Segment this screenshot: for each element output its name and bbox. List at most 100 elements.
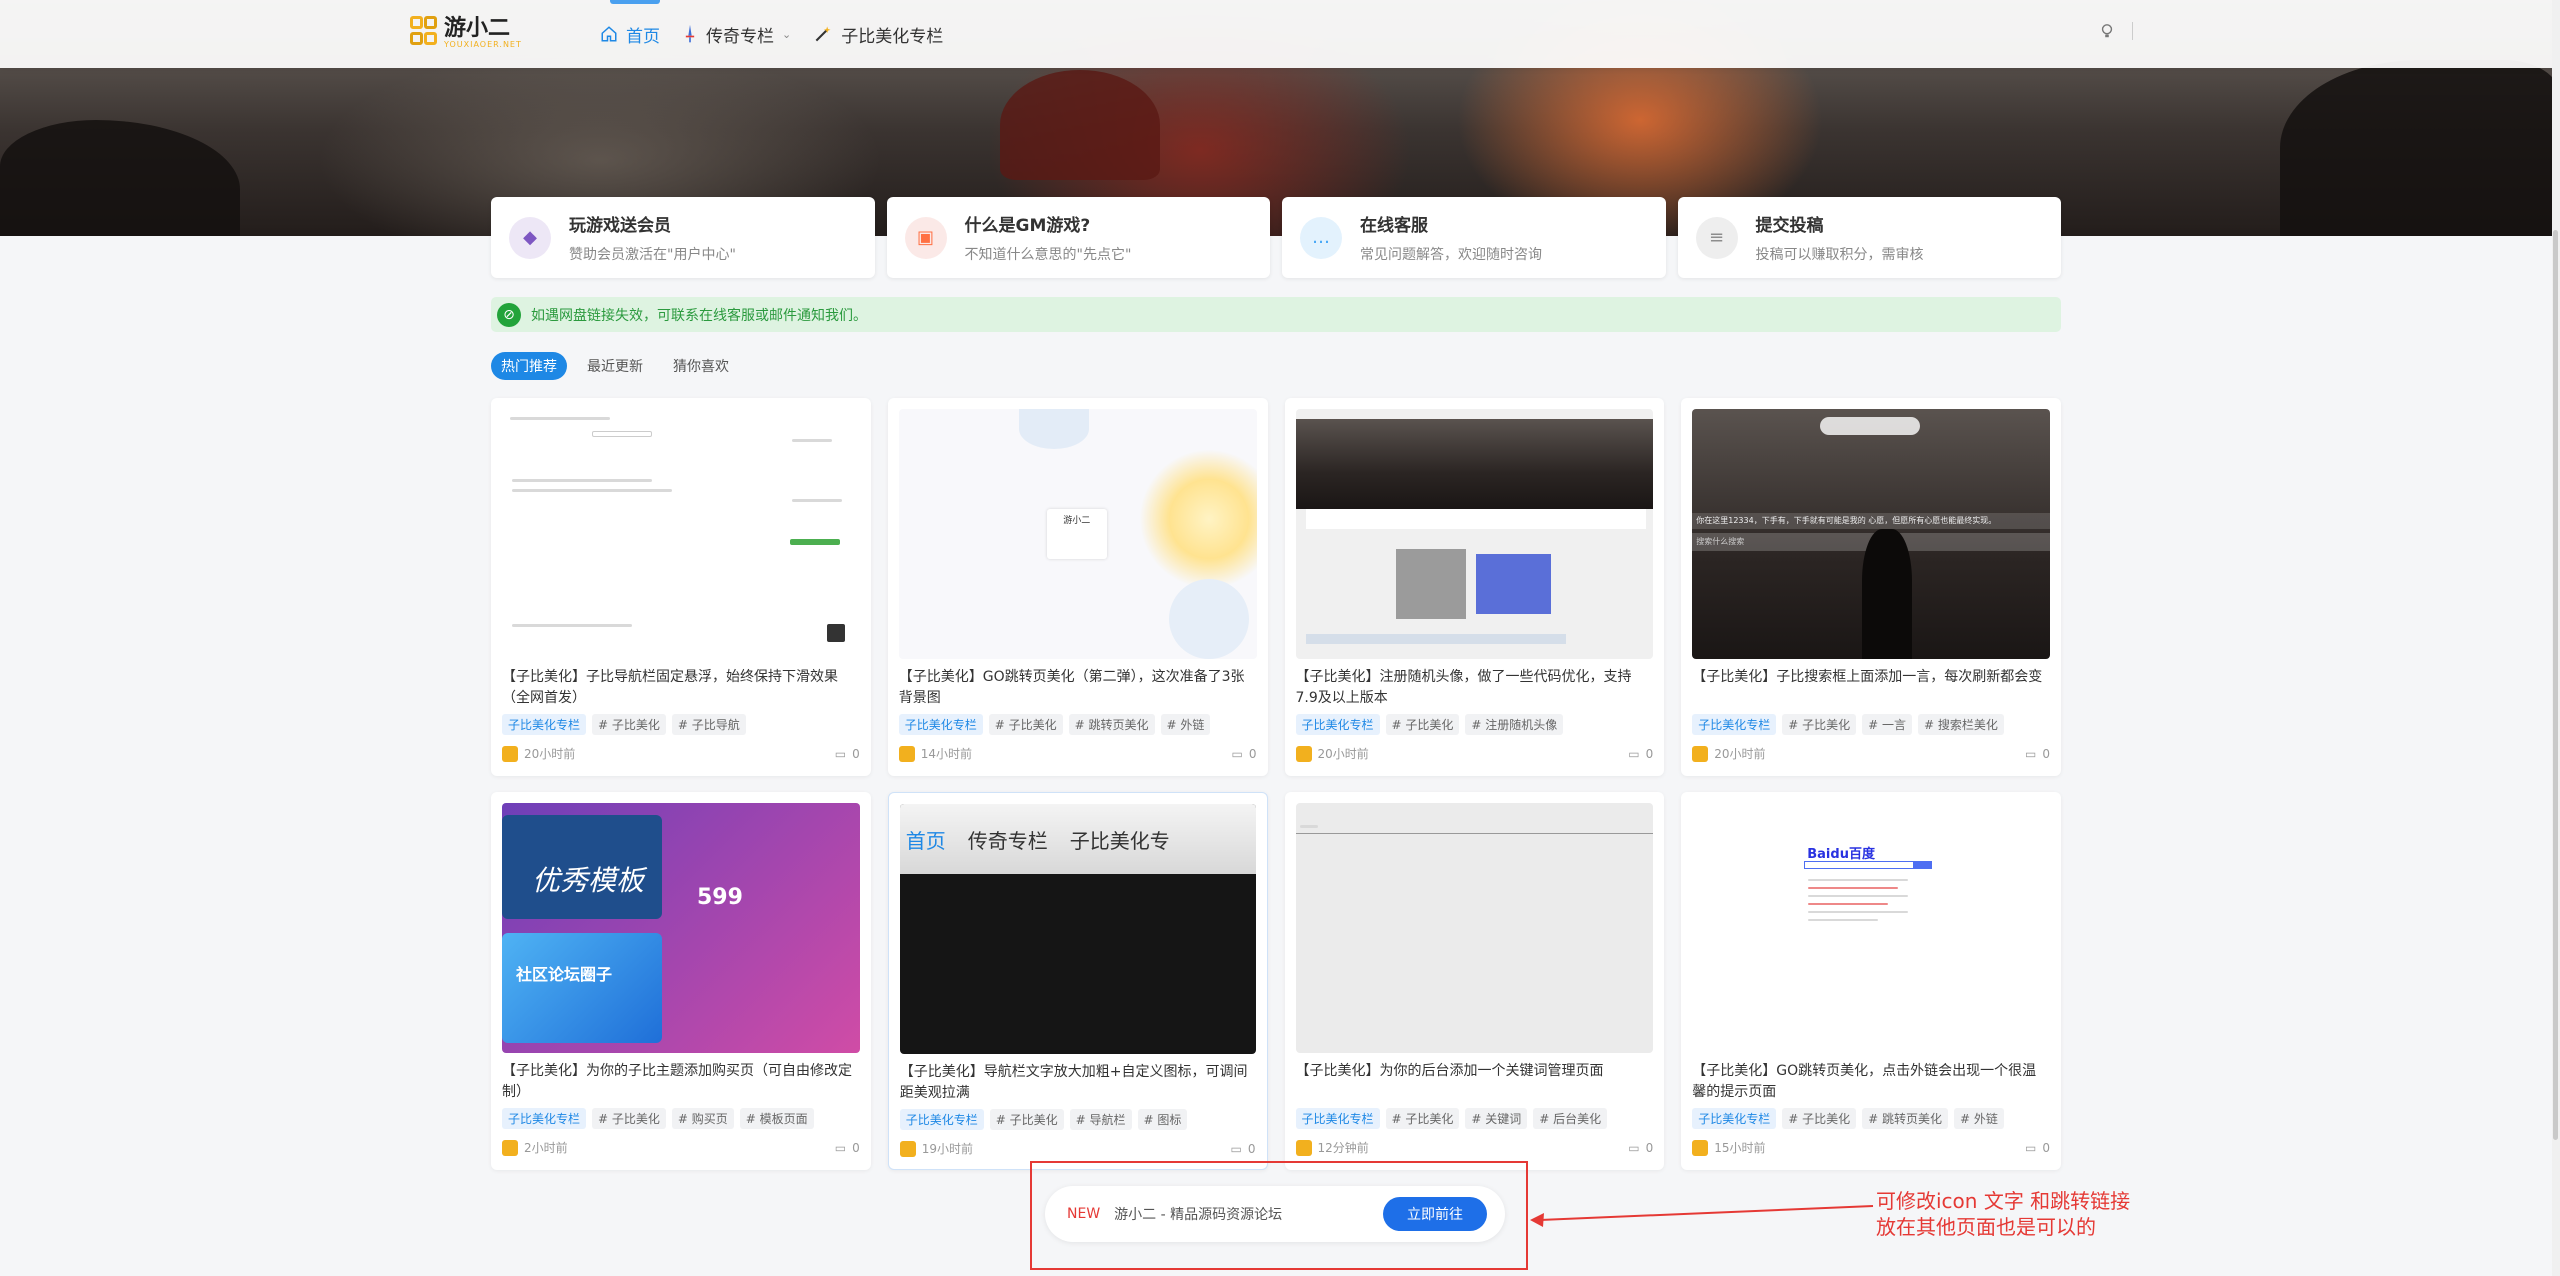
tab-recent[interactable]: 最近更新: [577, 352, 653, 380]
post-title[interactable]: 【子比美化】子比搜索框上面添加一言，每次刷新都会变: [1692, 667, 2050, 709]
author-avatar[interactable]: [502, 745, 518, 762]
tag[interactable]: # 外链: [1160, 714, 1211, 735]
post-card[interactable]: 【子比美化】注册随机头像，做了一些代码优化，支持7.9及以上版本 子比美化专栏 …: [1284, 398, 1665, 776]
thumb-card-2: 社区论坛圈子: [502, 933, 662, 1043]
feature-desc: 常见问题解答，欢迎随时咨询: [1360, 247, 1542, 263]
post-title[interactable]: 【子比美化】子比导航栏固定悬浮，始终保持下滑效果（全网首发）: [502, 667, 860, 709]
go-now-button[interactable]: 立即前往: [1383, 1197, 1487, 1231]
post-title[interactable]: 【子比美化】导航栏文字放大加粗+自定义图标，可调间距美观拉满: [900, 1062, 1256, 1104]
post-thumbnail[interactable]: 首页 传奇专栏 子比美化专: [899, 804, 1256, 1054]
tag-category[interactable]: 子比美化专栏: [1295, 714, 1380, 735]
post-meta: 12分钟前 ▭ 0: [1295, 1139, 1653, 1156]
tag[interactable]: # 子比美化: [1782, 1108, 1857, 1129]
tag[interactable]: # 跳转页美化: [1068, 714, 1155, 735]
post-title[interactable]: 【子比美化】为你的子比主题添加购买页（可自由修改定制）: [502, 1061, 860, 1103]
tag[interactable]: # 子比美化: [1385, 714, 1460, 735]
thumb-logo: 游小二: [1046, 509, 1107, 559]
tag-category[interactable]: 子比美化专栏: [899, 1109, 984, 1130]
comment-count: 0: [852, 746, 860, 761]
author-avatar[interactable]: [898, 745, 915, 762]
post-card[interactable]: Baidu百度 【子比美化】GO跳转页美化，点击外链会出现一个很温馨的提示页面 …: [1681, 792, 2061, 1170]
post-card[interactable]: 【子比美化】为你的后台添加一个关键词管理页面 子比美化专栏 # 子比美化 # 关…: [1284, 792, 1665, 1170]
author-avatar[interactable]: [1295, 1139, 1312, 1156]
tag[interactable]: # 注册随机头像: [1465, 714, 1564, 735]
tag[interactable]: # 图标: [1137, 1109, 1188, 1130]
tab-hot[interactable]: 热门推荐: [491, 352, 567, 380]
post-title[interactable]: 【子比美化】GO跳转页美化，点击外链会出现一个很温馨的提示页面: [1692, 1061, 2050, 1103]
chevron-down-icon: ⌄: [782, 27, 792, 41]
post-tags: 子比美化专栏 # 子比美化 # 购买页 # 模板页面: [502, 1108, 860, 1129]
comment-count: 0: [1248, 746, 1257, 761]
tag[interactable]: # 购买页: [671, 1108, 734, 1129]
nav-legend-label: 传奇专栏: [706, 26, 774, 47]
author-avatar[interactable]: [1295, 745, 1312, 762]
thumb-quote: 你在这里12334，下手有，下手就有可能是我的 心愿，但愿所有心愿也能最终实现。: [1692, 513, 2050, 529]
scrollbar-thumb[interactable]: [2553, 230, 2558, 1140]
tag[interactable]: # 子比美化: [988, 714, 1063, 735]
post-meta: 2小时前 ▭ 0: [502, 1139, 860, 1156]
tag-category[interactable]: 子比美化专栏: [1692, 1108, 1777, 1129]
tag[interactable]: # 子比导航: [671, 714, 746, 735]
tag[interactable]: # 子比美化: [592, 1108, 666, 1129]
lightbulb-icon[interactable]: [2100, 23, 2114, 39]
feature-card-gm[interactable]: ▣ 什么是GM游戏? 不知道什么意思的"先点它": [886, 197, 1270, 278]
feature-card-submit[interactable]: ≡ 提交投稿 投稿可以赚取积分，需审核: [1677, 197, 2061, 278]
site-logo[interactable]: 游小二 YOUXIAOER.NET: [410, 14, 522, 52]
post-card[interactable]: 游小二 【子比美化】GO跳转页美化（第二弹），这次准备了3张背景图 子比美化专栏…: [887, 398, 1268, 776]
feature-card-vip[interactable]: ◆ 玩游戏送会员 赞助会员激活在"用户中心": [491, 197, 875, 278]
tag[interactable]: # 一言: [1862, 714, 1913, 735]
tag-category[interactable]: 子比美化专栏: [1295, 1108, 1380, 1129]
author-avatar[interactable]: [1692, 1139, 1709, 1156]
comment-icon: ▭: [2025, 1140, 2037, 1155]
tag-category[interactable]: 子比美化专栏: [898, 714, 983, 735]
post-thumbnail[interactable]: 优秀模板 599 社区论坛圈子: [502, 803, 860, 1053]
post-title[interactable]: 【子比美化】GO跳转页美化（第二弹），这次准备了3张背景图: [899, 667, 1257, 709]
post-time: 20小时前: [1317, 747, 1369, 761]
post-thumbnail[interactable]: Baidu百度: [1692, 803, 2050, 1053]
comment-count: 0: [1247, 1141, 1256, 1156]
tag-category[interactable]: 子比美化专栏: [1692, 714, 1777, 735]
document-icon: ≡: [1695, 216, 1738, 259]
post-title[interactable]: 【子比美化】为你的后台添加一个关键词管理页面: [1296, 1061, 1654, 1103]
tag[interactable]: # 搜索栏美化: [1918, 714, 2004, 735]
post-thumbnail[interactable]: [502, 409, 860, 659]
tab-guess[interactable]: 猜你喜欢: [663, 352, 739, 380]
tag[interactable]: # 子比美化: [1385, 1108, 1460, 1129]
tag[interactable]: # 跳转页美化: [1862, 1108, 1949, 1129]
tag[interactable]: # 子比美化: [592, 714, 666, 735]
nav-zibi-column[interactable]: 子比美化专栏: [813, 0, 943, 68]
nav-home[interactable]: 首页: [600, 0, 660, 68]
chat-icon: …: [1300, 216, 1342, 259]
post-card[interactable]: 首页 传奇专栏 子比美化专 【子比美化】导航栏文字放大加粗+自定义图标，可调间距…: [887, 792, 1268, 1170]
tag[interactable]: # 外链: [1954, 1108, 2004, 1129]
tag[interactable]: # 子比美化: [989, 1109, 1064, 1130]
tag-category[interactable]: 子比美化专栏: [502, 1108, 587, 1129]
comment-icon: ▭: [1231, 746, 1243, 761]
notice-text: 如遇网盘链接失效，可联系在线客服或邮件通知我们。: [531, 307, 867, 324]
tag[interactable]: # 模板页面: [739, 1108, 814, 1129]
post-title[interactable]: 【子比美化】注册随机头像，做了一些代码优化，支持7.9及以上版本: [1296, 667, 1654, 709]
feature-card-support[interactable]: … 在线客服 常见问题解答，欢迎随时咨询: [1282, 197, 1666, 278]
page-scrollbar[interactable]: [2552, 0, 2560, 1276]
tag[interactable]: # 导航栏: [1069, 1109, 1132, 1130]
tag-category[interactable]: 子比美化专栏: [502, 714, 587, 735]
post-tags: 子比美化专栏 # 子比美化 # 跳转页美化 # 外链: [898, 714, 1257, 735]
post-thumbnail[interactable]: [1295, 409, 1654, 659]
post-card[interactable]: 优秀模板 599 社区论坛圈子 【子比美化】为你的子比主题添加购买页（可自由修改…: [491, 792, 871, 1170]
comment-icon: ▭: [2025, 746, 2037, 761]
nav-legend-column[interactable]: 传奇专栏 ⌄: [682, 0, 791, 68]
tag[interactable]: # 关键词: [1465, 1108, 1528, 1129]
author-avatar[interactable]: [1692, 745, 1709, 762]
tag[interactable]: # 后台美化: [1533, 1108, 1608, 1129]
top-header: 游小二 YOUXIAOER.NET 首页 传奇专栏 ⌄ 子比美化专栏: [0, 0, 2560, 68]
post-thumbnail[interactable]: [1295, 803, 1654, 1053]
post-thumbnail[interactable]: 你在这里12334，下手有，下手就有可能是我的 心愿，但愿所有心愿也能最终实现。…: [1692, 409, 2050, 659]
author-avatar[interactable]: [899, 1140, 916, 1157]
post-card[interactable]: 【子比美化】子比导航栏固定悬浮，始终保持下滑效果（全网首发） 子比美化专栏 # …: [491, 398, 871, 776]
logo-subtitle: YOUXIAOER.NET: [444, 39, 522, 49]
post-card[interactable]: 你在这里12334，下手有，下手就有可能是我的 心愿，但愿所有心愿也能最终实现。…: [1681, 398, 2061, 776]
post-thumbnail[interactable]: 游小二: [898, 409, 1257, 659]
tag[interactable]: # 子比美化: [1782, 714, 1857, 735]
post-tags: 子比美化专栏 # 子比美化 # 注册随机头像: [1295, 714, 1654, 735]
author-avatar[interactable]: [502, 1139, 518, 1156]
